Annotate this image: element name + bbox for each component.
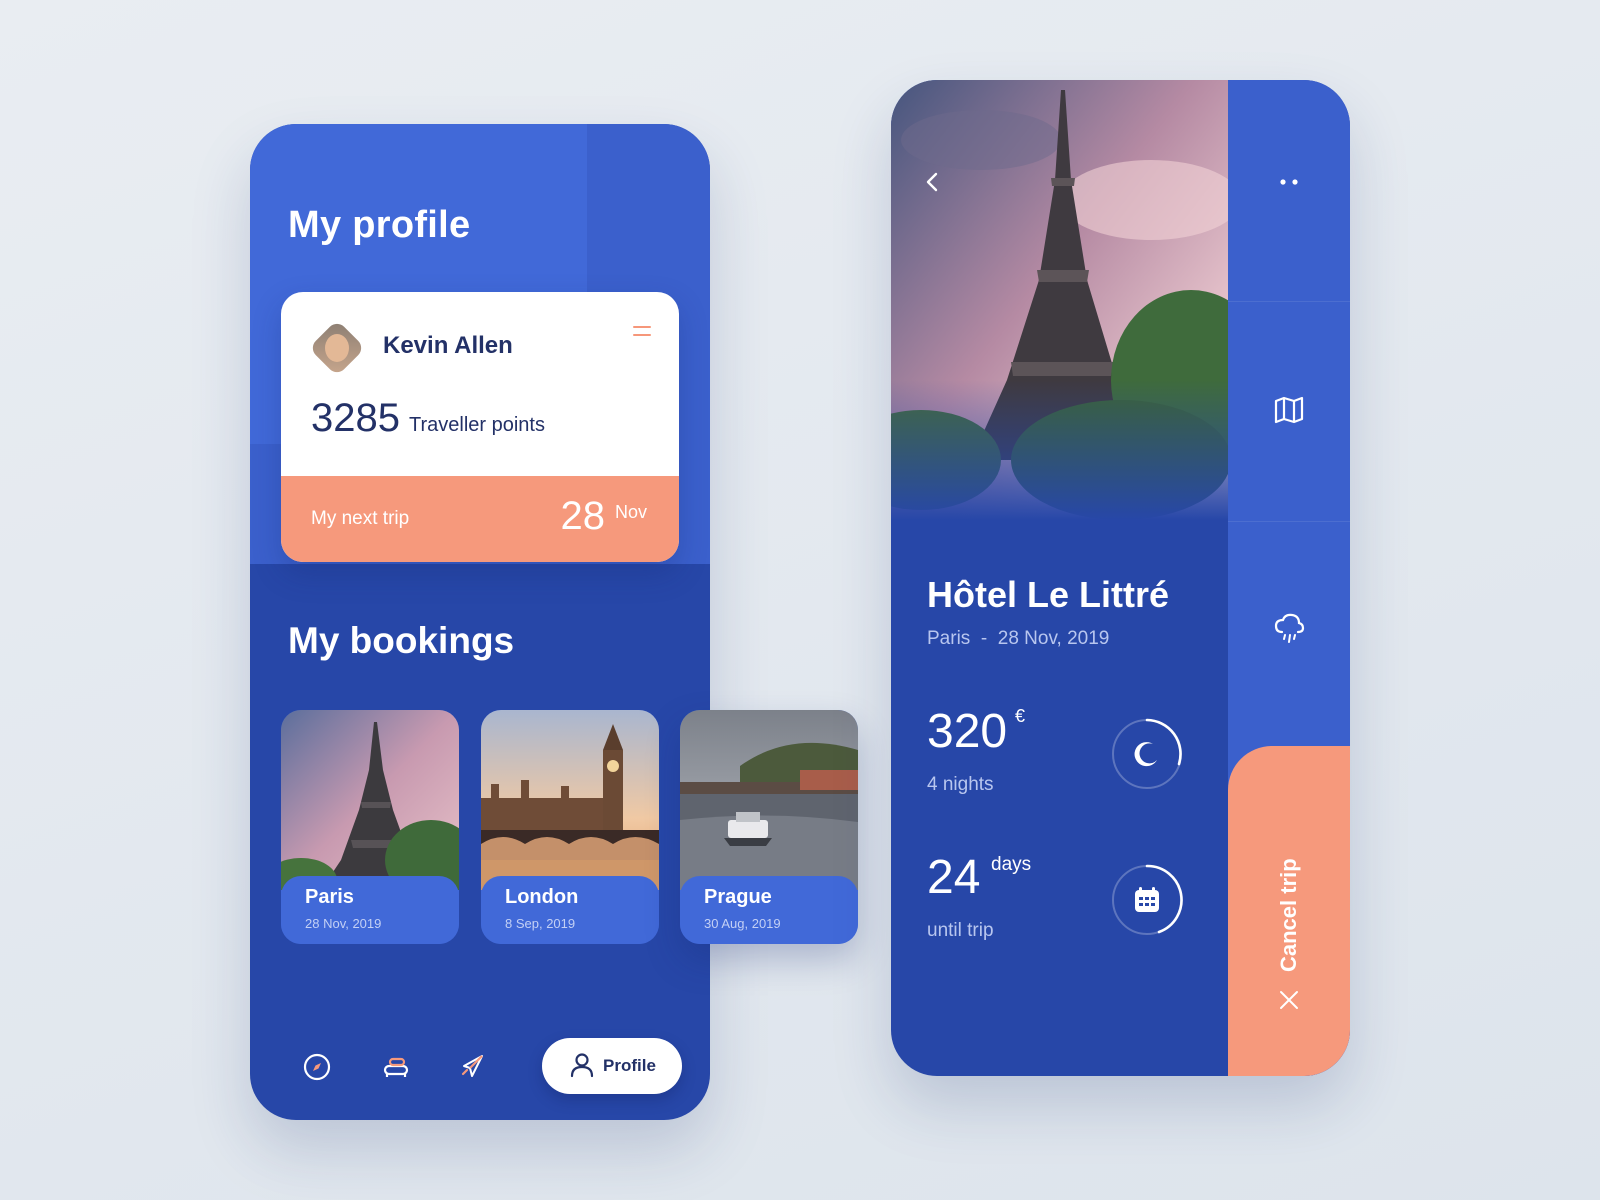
hotel-detail-screen: Cancel trip Hôtel Le Littré Paris - 28 N… [891,80,1350,1076]
price-value: 320 [927,705,1008,758]
until-trip-label: until trip [927,920,994,941]
bookings-title: My bookings [288,620,515,661]
profile-card[interactable]: Kevin Allen 3285 Traveller points My nex… [281,292,679,562]
booking-date: 8 Sep, 2019 [505,916,576,931]
plane-icon[interactable] [458,1052,488,1082]
compass-icon[interactable] [302,1052,332,1082]
booking-card-paris[interactable]: Paris 28 Nov, 2019 [281,710,459,944]
user-name: Kevin Allen [383,332,513,359]
hotel-name: Hôtel Le Littré [927,574,1170,615]
moon-icon [1134,742,1157,767]
booking-card-london[interactable]: London 8 Sep, 2019 [481,710,659,944]
weather-cell[interactable] [1228,522,1350,746]
days-ring [1112,864,1183,935]
bed-icon[interactable] [380,1052,410,1082]
nights-ring [1112,718,1182,789]
booking-photo-prague [680,710,858,890]
close-icon [1280,991,1298,1009]
nights-count: 4 nights [927,774,994,795]
map-icon[interactable] [1273,394,1305,426]
booking-info: Prague 30 Aug, 2019 [680,876,858,944]
booking-city: Paris [305,886,354,908]
hotel-location-date: Paris - 28 Nov, 2019 [927,628,1109,650]
map-cell[interactable] [1228,302,1350,522]
separator: - [980,628,988,649]
calendar-icon [1135,890,1159,912]
page-title: My profile [288,204,471,246]
next-trip-banner[interactable]: My next trip 28 Nov [281,476,679,562]
price-currency: € [1015,706,1026,726]
weather-rain-icon[interactable] [1273,612,1305,646]
days-unit: days [991,854,1032,875]
menu-icon[interactable] [633,326,651,342]
booking-date: 28 Nov, 2019 [305,916,382,931]
profile-tab-label: Profile [603,1056,656,1075]
more-cell[interactable] [1228,80,1350,302]
back-arrow-icon[interactable] [921,170,945,194]
days-value: 24 [927,851,981,904]
cancel-trip-button[interactable]: Cancel trip [1228,746,1350,1076]
avatar[interactable] [308,319,366,377]
booking-photo-paris [281,710,459,890]
next-trip-label: My next trip [311,508,410,529]
profile-screen: My profile Kevin Allen 3285 Traveller po… [250,124,710,1120]
booking-card-prague[interactable]: Prague 30 Aug, 2019 [680,710,858,944]
next-trip-day: 28 [560,494,606,538]
booking-info: London 8 Sep, 2019 [481,876,659,944]
profile-tab-button[interactable]: Profile [542,1038,682,1094]
booking-date: 30 Aug, 2019 [704,916,781,931]
hero-fade [891,380,1228,520]
booking-photo-london [481,710,659,890]
booking-info: Paris 28 Nov, 2019 [281,876,459,944]
user-icon [570,1053,594,1078]
traveller-points-value: 3285 [311,396,400,440]
traveller-points-label: Traveller points [409,414,545,436]
hotel-date: 28 Nov, 2019 [997,628,1110,649]
next-trip-month: Nov [614,502,647,522]
booking-city: London [505,886,579,908]
more-dots-icon[interactable] [1273,176,1305,188]
bottom-nav: Profile [250,1034,710,1094]
cancel-trip-label: Cancel trip [1276,858,1301,972]
booking-city: Prague [704,886,772,908]
hotel-city: Paris [927,628,971,649]
